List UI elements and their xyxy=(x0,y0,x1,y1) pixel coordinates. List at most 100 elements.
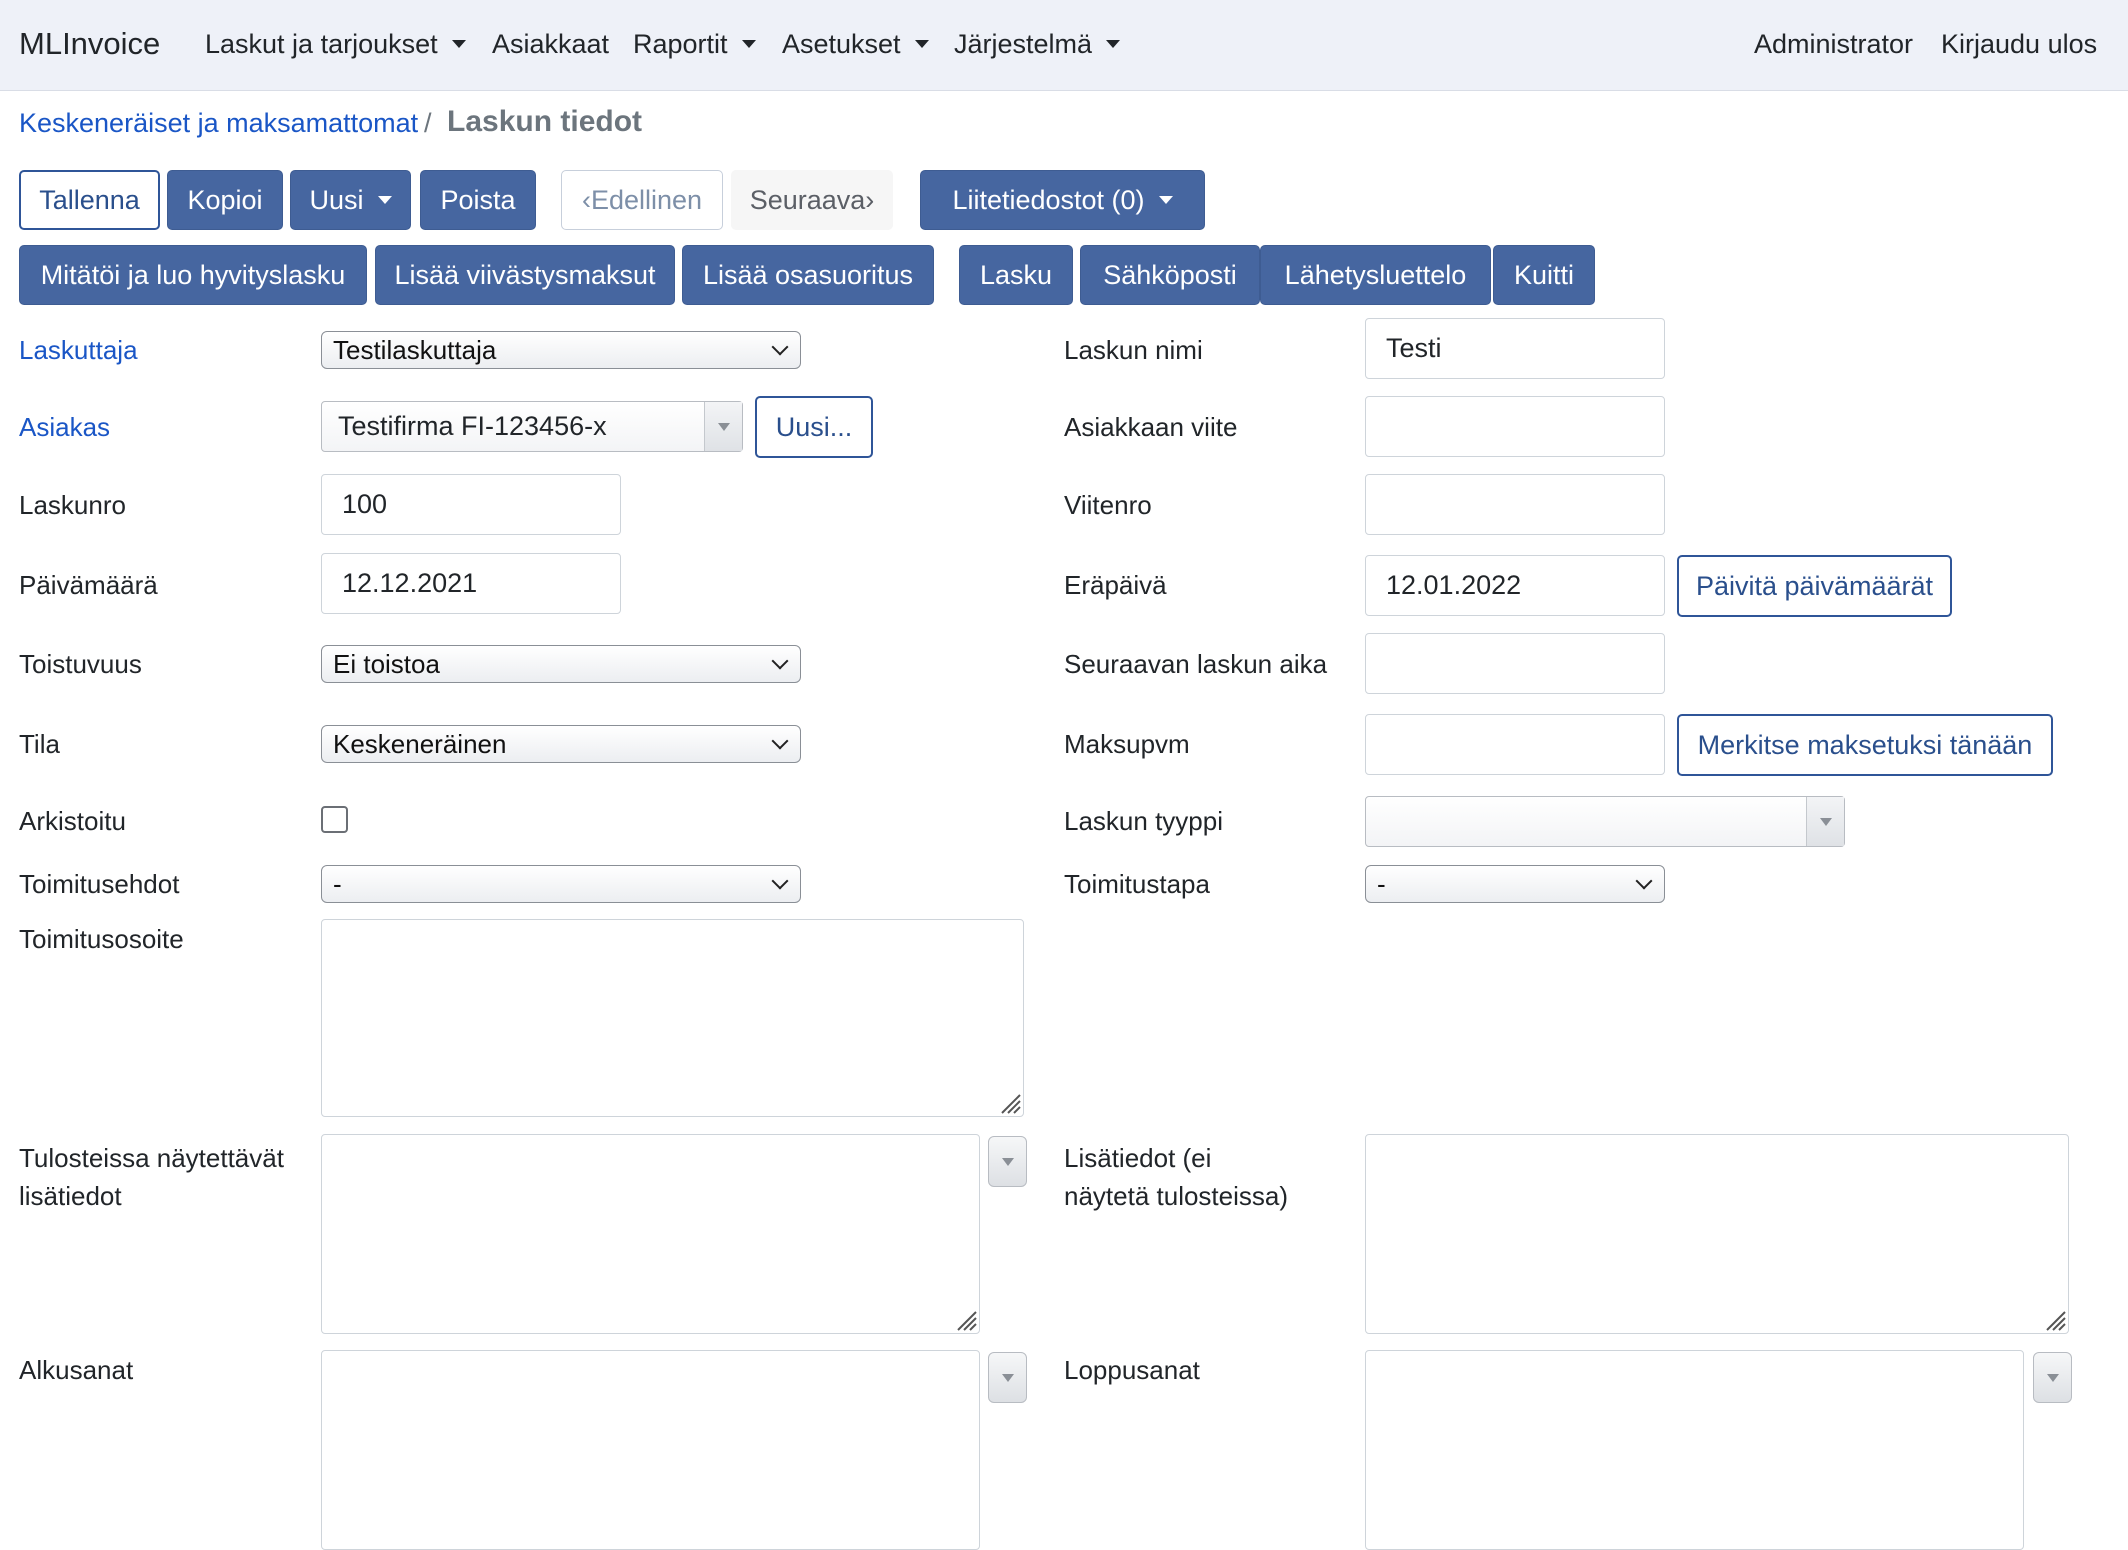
breadcrumb-separator: / xyxy=(424,108,432,138)
biller-value: Testilaskuttaja xyxy=(333,334,497,365)
delivery-terms-label: Toimitusehdot xyxy=(19,869,180,899)
chevron-down-icon xyxy=(451,40,466,48)
invoice-type-label: Laskun tyyppi xyxy=(1064,806,1223,836)
chevron-down-icon xyxy=(377,196,392,204)
combobox-toggle[interactable] xyxy=(1806,797,1844,846)
invoice-name-input[interactable]: Testi xyxy=(1365,318,1665,379)
previous-button[interactable]: ‹Edellinen xyxy=(561,170,723,230)
interval-label: Toistuvuus xyxy=(19,649,142,679)
afterword-label: Loppusanat xyxy=(1064,1355,1200,1385)
date-input[interactable]: 12.12.2021 xyxy=(321,553,621,614)
nav-system[interactable]: Järjestelmä xyxy=(954,29,1121,60)
afterword-textarea[interactable] xyxy=(1365,1350,2024,1550)
logout-link[interactable]: Kirjaudu ulos xyxy=(1941,29,2097,60)
interval-select[interactable]: Ei toistoa xyxy=(321,645,801,683)
nav-reports[interactable]: Raportit xyxy=(633,29,756,60)
page-title: Laskun tiedot xyxy=(447,105,643,138)
combobox-toggle[interactable] xyxy=(704,402,742,451)
triangle-down-icon xyxy=(718,423,730,431)
nav-label: Raportit xyxy=(633,29,728,59)
new-customer-button[interactable]: Uusi... xyxy=(755,396,873,458)
invoice-number-input[interactable]: 100 xyxy=(321,474,621,535)
printed-info-label-line2: lisätiedot xyxy=(19,1181,122,1211)
attachments-dropdown-button[interactable]: Liitetiedostot (0) xyxy=(920,170,1205,230)
archived-checkbox[interactable] xyxy=(321,806,348,833)
reference-number-label: Viitenro xyxy=(1064,490,1152,520)
customer-combobox[interactable]: Testifirma FI-123456-x xyxy=(321,401,743,452)
customer-label[interactable]: Asiakas xyxy=(19,412,110,443)
nav-customers[interactable]: Asiakkaat xyxy=(492,29,609,60)
delete-button[interactable]: Poista xyxy=(420,170,536,230)
delivery-address-label: Toimitusosoite xyxy=(19,924,184,954)
nav-label: Asetukset xyxy=(782,29,901,59)
chevron-down-icon xyxy=(771,872,789,890)
chevron-down-icon xyxy=(1106,40,1121,48)
print-invoice-button[interactable]: Lasku xyxy=(959,245,1073,305)
foreword-template-button[interactable] xyxy=(988,1352,1027,1403)
state-value: Keskeneräinen xyxy=(333,728,507,759)
next-button[interactable]: Seuraava› xyxy=(731,170,893,230)
triangle-down-icon xyxy=(1820,818,1832,826)
printed-info-label-line1: Tulosteissa näytettävät xyxy=(19,1143,284,1173)
dispatch-note-button[interactable]: Lähetysluettelo xyxy=(1260,245,1491,305)
date-label: Päivämäärä xyxy=(19,570,158,600)
biller-label[interactable]: Laskuttaja xyxy=(19,335,138,366)
new-dropdown-button[interactable]: Uusi xyxy=(290,170,411,230)
chevron-down-icon xyxy=(771,652,789,670)
add-late-fees-button[interactable]: Lisää viivästysmaksut xyxy=(375,245,675,305)
delivery-method-select[interactable]: - xyxy=(1365,865,1665,903)
due-date-input[interactable]: 12.01.2022 xyxy=(1365,555,1665,616)
chevron-down-icon xyxy=(1158,196,1173,204)
triangle-down-icon xyxy=(1002,1374,1014,1382)
triangle-down-icon xyxy=(2047,1374,2059,1382)
foreword-textarea[interactable] xyxy=(321,1350,980,1550)
printed-info-textarea[interactable] xyxy=(321,1134,980,1334)
archived-label: Arkistoitu xyxy=(19,806,126,836)
attachments-label: Liitetiedostot (0) xyxy=(952,184,1145,215)
chevron-down-icon xyxy=(771,338,789,356)
resize-grip-icon[interactable] xyxy=(997,1090,1021,1114)
interval-value: Ei toistoa xyxy=(333,648,440,679)
nav-label: Laskut ja tarjoukset xyxy=(205,29,438,59)
update-dates-button[interactable]: Päivitä päivämäärät xyxy=(1677,555,1952,617)
state-label: Tila xyxy=(19,729,60,759)
customer-reference-input[interactable] xyxy=(1365,396,1665,457)
state-select[interactable]: Keskeneräinen xyxy=(321,725,801,763)
breadcrumb-parent-link[interactable]: Keskeneräiset ja maksamattomat xyxy=(19,108,418,139)
delivery-terms-value: - xyxy=(333,868,342,899)
foreword-label: Alkusanat xyxy=(19,1355,134,1385)
internal-info-textarea[interactable] xyxy=(1365,1134,2069,1334)
delivery-terms-select[interactable]: - xyxy=(321,865,801,903)
triangle-down-icon xyxy=(1002,1158,1014,1166)
printed-info-label: Tulosteissa näytettävät lisätiedot xyxy=(19,1139,284,1215)
chevron-down-icon xyxy=(741,40,756,48)
email-button[interactable]: Sähköposti xyxy=(1080,245,1260,305)
reference-number-input[interactable] xyxy=(1365,474,1665,535)
invoice-type-combobox[interactable] xyxy=(1365,796,1845,847)
next-invoice-date-input[interactable] xyxy=(1365,633,1665,694)
chevron-down-icon xyxy=(914,40,929,48)
new-label: Uusi xyxy=(309,184,364,215)
receipt-button[interactable]: Kuitti xyxy=(1493,245,1595,305)
credit-note-button[interactable]: Mitätöi ja luo hyvityslasku xyxy=(19,245,367,305)
resize-grip-icon[interactable] xyxy=(953,1307,977,1331)
nav-settings[interactable]: Asetukset xyxy=(782,29,929,60)
invoice-name-label: Laskun nimi xyxy=(1064,335,1203,365)
afterword-template-button[interactable] xyxy=(2033,1352,2072,1403)
delivery-method-label: Toimitustapa xyxy=(1064,869,1210,899)
payment-date-label: Maksupvm xyxy=(1064,729,1190,759)
printed-info-template-button[interactable] xyxy=(988,1136,1027,1187)
payment-date-input[interactable] xyxy=(1365,714,1665,775)
mark-paid-today-button[interactable]: Merkitse maksetuksi tänään xyxy=(1677,714,2053,776)
nav-user[interactable]: Administrator xyxy=(1754,29,1913,60)
add-partial-payment-button[interactable]: Lisää osasuoritus xyxy=(682,245,934,305)
copy-button[interactable]: Kopioi xyxy=(167,170,283,230)
due-date-label: Eräpäivä xyxy=(1064,570,1167,600)
save-button[interactable]: Tallenna xyxy=(19,170,160,230)
internal-info-label-line1: Lisätiedot (ei xyxy=(1064,1143,1212,1173)
brand-logo[interactable]: MLInvoice xyxy=(19,26,160,62)
biller-select[interactable]: Testilaskuttaja xyxy=(321,331,801,369)
nav-invoices-offers[interactable]: Laskut ja tarjoukset xyxy=(205,29,466,60)
resize-grip-icon[interactable] xyxy=(2042,1307,2066,1331)
delivery-address-textarea[interactable] xyxy=(321,919,1024,1117)
